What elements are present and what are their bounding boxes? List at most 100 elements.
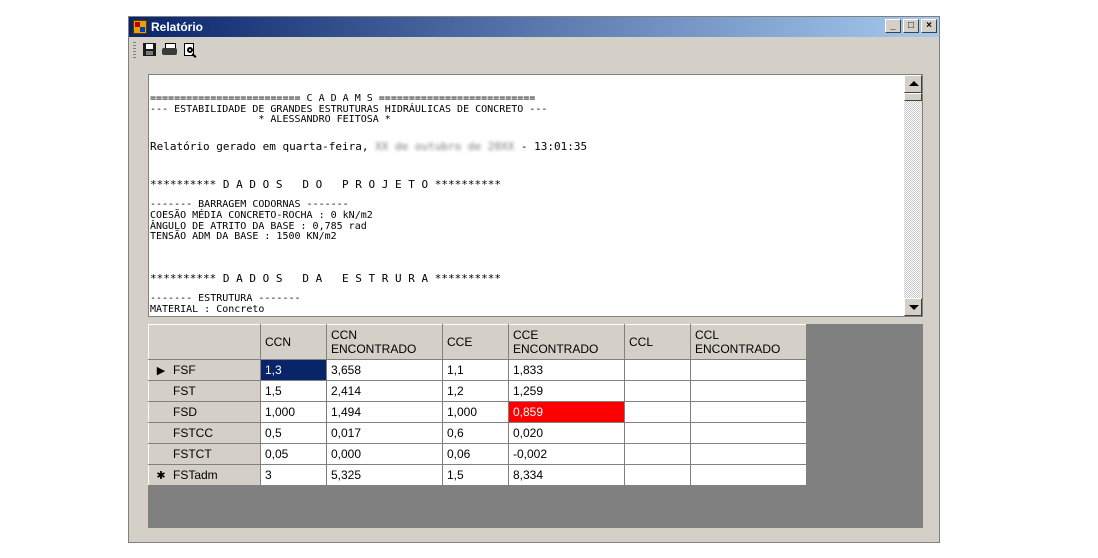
report-date-redacted: XX de outubro de 20XX xyxy=(375,139,515,153)
grid-cell[interactable]: 1,3 xyxy=(260,359,327,381)
column-header-ccn[interactable]: CCN xyxy=(260,324,327,360)
grid-cell[interactable]: 5,325 xyxy=(326,464,443,486)
report-vertical-scrollbar[interactable] xyxy=(904,75,922,316)
grid-row: ▶ FSF 1,3 3,658 1,1 1,833 xyxy=(148,359,807,381)
column-header-ccn-encontrado[interactable]: CCN ENCONTRADO xyxy=(326,324,443,360)
grid-cell[interactable] xyxy=(690,443,807,465)
scroll-thumb[interactable] xyxy=(904,93,922,101)
report-line-text: MATERIAL : Concreto xyxy=(150,303,265,315)
arrow-down-icon xyxy=(909,305,919,310)
grid-cell[interactable] xyxy=(624,401,691,423)
grid-row: FST 1,5 2,414 1,2 1,259 xyxy=(148,380,807,402)
current-row-arrow-icon: ▶ xyxy=(156,365,166,377)
window-title: Relatório xyxy=(151,20,204,34)
toolbar xyxy=(131,39,937,61)
report-line: * ALESSANDRO FEITOSA * xyxy=(150,114,390,125)
report-line: ========================= C A D A M S ==… xyxy=(150,93,535,104)
grid-cell[interactable]: 1,000 xyxy=(260,401,327,423)
row-header[interactable]: FST xyxy=(148,380,261,402)
title-bar[interactable]: Relatório _ □ × xyxy=(129,17,939,37)
grid-cell[interactable]: 1,494 xyxy=(326,401,443,423)
row-header[interactable]: FSD xyxy=(148,401,261,423)
row-header[interactable]: ✱ FSTadm xyxy=(148,464,261,486)
caption-buttons: _ □ × xyxy=(885,19,937,33)
row-label: FSTCC xyxy=(173,426,213,440)
report-line-text: TENSÃO ADM DA BASE : 1500 KN/m2 xyxy=(150,231,337,243)
minimize-button[interactable]: _ xyxy=(885,19,901,33)
grid-cell[interactable] xyxy=(624,443,691,465)
row-header[interactable]: FSTCC xyxy=(148,422,261,444)
grid-cell[interactable] xyxy=(624,422,691,444)
grid-cell[interactable]: 0,05 xyxy=(260,443,327,465)
report-line: ********** D A D O S D O P R O J E T O *… xyxy=(150,178,501,191)
toolbar-grip[interactable] xyxy=(133,42,136,58)
grid-cell[interactable]: 0,6 xyxy=(442,422,509,444)
grid-cell[interactable] xyxy=(690,401,807,423)
grid-cell[interactable]: 0,020 xyxy=(508,422,625,444)
row-label: FSTCT xyxy=(173,447,212,461)
grid-cell[interactable]: 3,658 xyxy=(326,359,443,381)
save-button[interactable] xyxy=(141,42,159,58)
report-line-text: ------- BARRAGEM CODORNAS ------- xyxy=(150,199,349,211)
row-label: FSTadm xyxy=(173,468,218,482)
column-header-ccl-encontrado[interactable]: CCL ENCONTRADO xyxy=(690,324,807,360)
column-header-cce-encontrado[interactable]: CCE ENCONTRADO xyxy=(508,324,625,360)
report-line: ------- ESTRUTURA ------- xyxy=(150,293,301,304)
report-line-text: ********** D A D O S D O P R O J E T O *… xyxy=(150,177,501,191)
grid-cell[interactable]: 0,06 xyxy=(442,443,509,465)
column-header-ccl[interactable]: CCL xyxy=(624,324,691,360)
row-header[interactable]: FSTCT xyxy=(148,443,261,465)
grid-cell[interactable] xyxy=(624,359,691,381)
grid-cell[interactable]: 1,5 xyxy=(442,464,509,486)
grid-cell[interactable] xyxy=(690,380,807,402)
row-label: FSF xyxy=(173,363,196,377)
scroll-up-button[interactable] xyxy=(904,75,922,93)
grid-cell[interactable] xyxy=(624,464,691,486)
grid-cell[interactable] xyxy=(690,464,807,486)
print-preview-button[interactable] xyxy=(181,42,199,58)
close-button[interactable]: × xyxy=(921,19,937,33)
grid-cell[interactable] xyxy=(690,422,807,444)
report-line: TENSÃO ADM DA BASE : 1500 KN/m2 xyxy=(150,231,337,242)
results-table: CCN CCN ENCONTRADO CCE CCE ENCONTRADO CC… xyxy=(148,324,807,486)
grid-cell[interactable]: -0,002 xyxy=(508,443,625,465)
row-header[interactable]: ▶ FSF xyxy=(148,359,261,381)
arrow-up-icon xyxy=(909,81,919,86)
grid-cell[interactable]: 1,1 xyxy=(442,359,509,381)
grid-cell[interactable]: 1,5 xyxy=(260,380,327,402)
report-line: ------- BARRAGEM CODORNAS ------- xyxy=(150,199,349,210)
grid-header-row: CCN CCN ENCONTRADO CCE CCE ENCONTRADO CC… xyxy=(148,324,807,360)
report-line: COESÃO MÉDIA CONCRETO-ROCHA : 0 kN/m2 xyxy=(150,210,373,221)
row-label: FST xyxy=(173,384,196,398)
grid-cell[interactable]: 1,259 xyxy=(508,380,625,402)
report-textbox[interactable]: ========================= C A D A M S ==… xyxy=(148,74,923,317)
maximize-button[interactable]: □ xyxy=(903,19,919,33)
grid-row: ✱ FSTadm 3 5,325 1,5 8,334 xyxy=(148,464,807,486)
print-button[interactable] xyxy=(161,42,179,58)
app-icon[interactable] xyxy=(133,20,147,34)
grid-cell[interactable]: 8,334 xyxy=(508,464,625,486)
grid-cell[interactable] xyxy=(624,380,691,402)
grid-cell[interactable] xyxy=(690,359,807,381)
report-window: Relatório _ □ × ========================… xyxy=(128,16,940,543)
grid-row: FSTCC 0,5 0,017 0,6 0,020 xyxy=(148,422,807,444)
grid-cell[interactable]: 1,833 xyxy=(508,359,625,381)
grid-cell[interactable]: 1,2 xyxy=(442,380,509,402)
column-header-cce[interactable]: CCE xyxy=(442,324,509,360)
grid-cell[interactable]: 3 xyxy=(260,464,327,486)
report-time: - 13:01:35 xyxy=(514,139,588,153)
grid-row: FSTCT 0,05 0,000 0,06 -0,002 xyxy=(148,443,807,465)
new-row-asterisk-icon: ✱ xyxy=(156,470,166,482)
report-line-text: COESÃO MÉDIA CONCRETO-ROCHA : 0 kN/m2 xyxy=(150,210,373,221)
grid-cell[interactable]: 2,414 xyxy=(326,380,443,402)
grid-cell[interactable]: 0,5 xyxy=(260,422,327,444)
grid-cell[interactable]: 0,859 xyxy=(508,401,625,423)
corner-header[interactable] xyxy=(148,324,261,360)
report-line-text: ********** D A D O S D A E S T R U R A *… xyxy=(150,271,501,285)
scroll-down-button[interactable] xyxy=(904,298,922,316)
grid-cell[interactable]: 1,000 xyxy=(442,401,509,423)
results-grid: CCN CCN ENCONTRADO CCE CCE ENCONTRADO CC… xyxy=(148,324,923,528)
grid-cell[interactable]: 0,000 xyxy=(326,443,443,465)
report-line-text: Relatório gerado em quarta-feira, xyxy=(150,139,369,153)
grid-cell[interactable]: 0,017 xyxy=(326,422,443,444)
